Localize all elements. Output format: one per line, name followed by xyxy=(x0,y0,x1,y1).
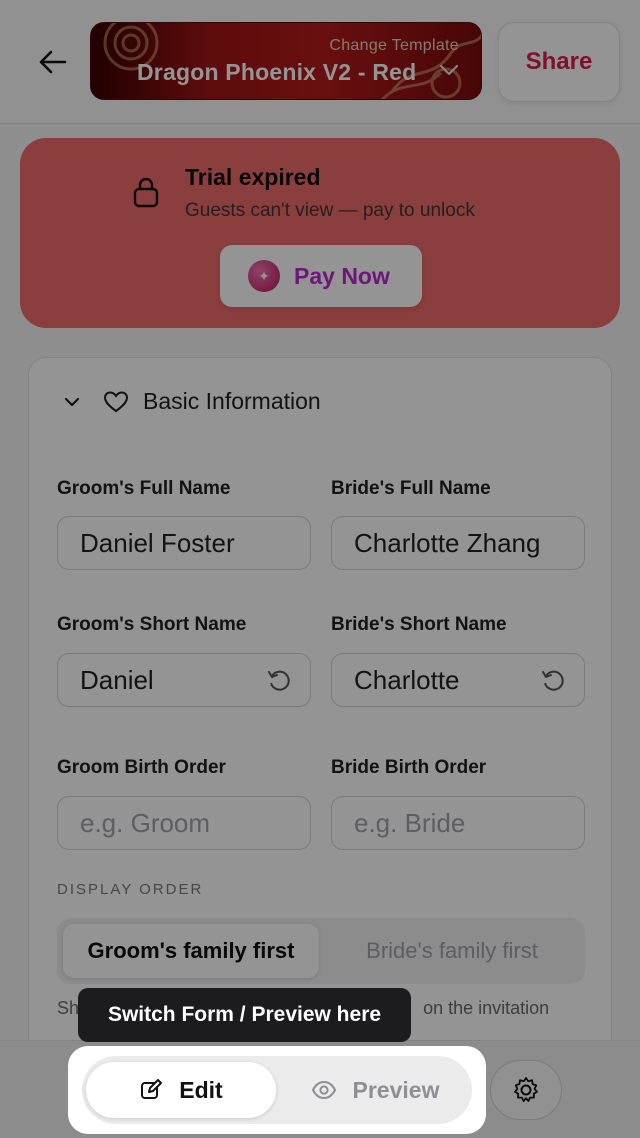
edit-icon xyxy=(139,1078,163,1102)
eye-icon xyxy=(311,1080,337,1100)
edit-label: Edit xyxy=(179,1076,223,1103)
preview-label: Preview xyxy=(352,1076,440,1103)
onboarding-overlay[interactable] xyxy=(0,0,640,1138)
edit-preview-toggle-highlight: Edit Preview xyxy=(68,1046,486,1134)
onboarding-tooltip: Switch Form / Preview here xyxy=(78,988,411,1042)
edit-tab[interactable]: Edit xyxy=(86,1062,276,1118)
edit-preview-toggle: Edit Preview xyxy=(82,1056,472,1124)
preview-tab[interactable]: Preview xyxy=(282,1062,468,1118)
